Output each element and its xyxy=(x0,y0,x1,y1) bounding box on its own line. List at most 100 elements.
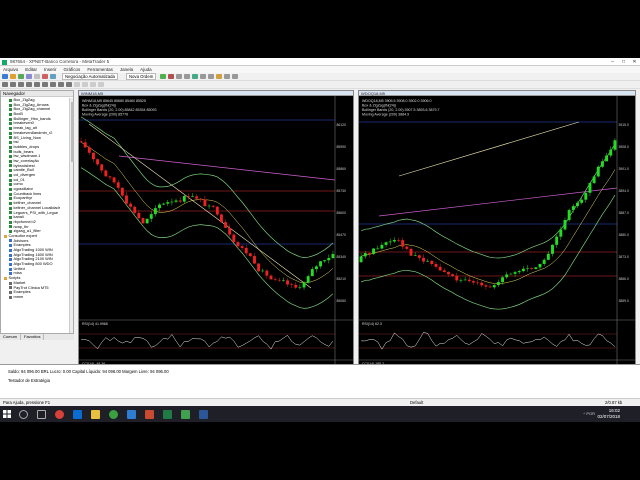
menu-help[interactable]: Ajuda xyxy=(140,67,152,72)
algo-trading-button[interactable]: Negociação Automatizada xyxy=(62,73,118,80)
price-axis-label: 85600 xyxy=(337,211,347,215)
candle-body xyxy=(261,270,265,272)
chart-info-line: Bollinger Bands (20, 2.00) 3907.5 3893.6… xyxy=(362,108,440,112)
status-bar: Para Ajuda, pressione F1 Default 2/0.87 … xyxy=(0,398,640,406)
menu-charts[interactable]: Gráficos xyxy=(64,67,81,72)
close-button[interactable]: ✕ xyxy=(629,58,640,66)
trendline-icon[interactable] xyxy=(34,82,40,87)
indicator-icon xyxy=(9,230,12,234)
tester-icon[interactable] xyxy=(50,74,56,79)
folder-icon xyxy=(4,276,7,280)
strategy-tester-label[interactable]: Testador de Estratégia xyxy=(8,378,50,383)
candle-body xyxy=(546,253,550,260)
indicator-icon xyxy=(9,286,12,290)
sell-icon[interactable] xyxy=(168,74,175,79)
indicators-icon[interactable] xyxy=(216,74,223,79)
candle-body xyxy=(220,214,223,223)
candle-body xyxy=(174,200,178,202)
opera-icon[interactable] xyxy=(54,409,64,419)
tab-favorites[interactable]: Favoritos xyxy=(21,334,45,340)
candle-body xyxy=(530,268,534,270)
system-tray[interactable]: ^ POR xyxy=(583,411,595,416)
metatrader-icon[interactable] xyxy=(180,409,190,419)
templates-icon[interactable] xyxy=(232,74,239,79)
channel-icon[interactable] xyxy=(42,82,48,87)
timeframe-h1-icon[interactable] xyxy=(90,82,96,87)
task-view-icon[interactable] xyxy=(36,409,46,419)
candle-body xyxy=(363,253,367,257)
candle-body xyxy=(451,274,455,276)
vertical-line-icon[interactable] xyxy=(18,82,24,87)
data-window-icon[interactable] xyxy=(26,74,32,79)
maximize-button[interactable]: □ xyxy=(618,58,629,66)
indicator-icon xyxy=(9,192,12,196)
candle-body xyxy=(186,196,190,197)
buy-icon[interactable] xyxy=(160,74,167,79)
navigator-item[interactable]: mmm xyxy=(1,295,69,300)
timeframe-m1-icon[interactable] xyxy=(74,82,80,87)
horizontal-line-icon[interactable] xyxy=(26,82,32,87)
menu-insert[interactable]: Inserir xyxy=(44,67,57,72)
chart-info-line: Moving Average (200) 3884.9 xyxy=(362,113,409,117)
candle-body xyxy=(434,264,438,267)
excel-icon[interactable] xyxy=(162,409,172,419)
windows-start-icon[interactable] xyxy=(0,406,14,422)
navigator-item-label: mmm xyxy=(13,294,24,299)
profiles-icon[interactable] xyxy=(10,74,16,79)
tab-common[interactable]: Comum xyxy=(0,334,22,340)
scroll-icon[interactable] xyxy=(200,74,207,79)
menu-file[interactable]: Arquivo xyxy=(3,67,18,72)
navigator-scrollbar[interactable] xyxy=(69,98,74,333)
candle-body xyxy=(129,203,133,207)
menu-window[interactable]: Janela xyxy=(120,67,133,72)
price-axis-label: 85340 xyxy=(337,255,347,259)
price-axis-label: 3894.0 xyxy=(619,189,629,193)
market-watch-icon[interactable] xyxy=(18,74,24,79)
timeframe-d1-icon[interactable] xyxy=(98,82,104,87)
indicator-icon xyxy=(9,155,12,159)
candle-body xyxy=(215,206,219,215)
text-tool-icon[interactable] xyxy=(58,82,64,87)
indicator-icon xyxy=(9,145,12,149)
candle-body xyxy=(244,247,248,254)
chrome-icon[interactable] xyxy=(108,409,118,419)
tile-icon[interactable] xyxy=(192,74,199,79)
candle-body xyxy=(302,282,306,288)
candle-body xyxy=(605,155,609,162)
file-explorer-icon[interactable] xyxy=(90,409,100,419)
indicator-icon xyxy=(9,220,12,224)
menu-tools[interactable]: Ferramentas xyxy=(87,67,113,72)
crosshair-icon[interactable] xyxy=(10,82,16,87)
zoom-out-icon[interactable] xyxy=(184,74,191,79)
candle-body xyxy=(413,255,417,256)
store-icon[interactable] xyxy=(126,409,136,419)
menu-edit[interactable]: Editar xyxy=(25,67,37,72)
toolbox-icon[interactable] xyxy=(42,74,48,79)
periods-icon[interactable] xyxy=(224,74,231,79)
powerpoint-icon[interactable] xyxy=(144,409,154,419)
price-axis-label: 86120 xyxy=(337,123,347,127)
price-axis-label: 3859.0 xyxy=(619,299,629,303)
indicator-icon xyxy=(9,103,12,107)
candle-body xyxy=(551,244,554,254)
minimize-button[interactable]: – xyxy=(607,58,618,66)
candle-body xyxy=(484,285,488,287)
zoom-in-icon[interactable] xyxy=(176,74,183,79)
search-icon[interactable] xyxy=(18,409,28,419)
new-order-button[interactable]: Nova Ordem xyxy=(125,73,157,80)
chart-info-line: Box & ZigZag(IN(24)) xyxy=(362,104,396,108)
word-icon[interactable] xyxy=(198,409,208,419)
scrollbar-thumb[interactable] xyxy=(70,102,74,162)
fibonacci-icon[interactable] xyxy=(50,82,56,87)
candle-body xyxy=(559,229,563,237)
shapes-icon[interactable] xyxy=(66,82,72,87)
timeframe-m5-icon[interactable] xyxy=(82,82,88,87)
edge-icon[interactable] xyxy=(72,409,82,419)
navigator-icon[interactable] xyxy=(34,74,40,79)
candle-body xyxy=(359,256,363,263)
candle-body xyxy=(588,183,592,193)
cursor-icon[interactable] xyxy=(2,82,8,87)
shift-icon[interactable] xyxy=(208,74,215,79)
new-chart-icon[interactable] xyxy=(2,74,8,79)
taskbar-clock[interactable]: 16:02 02/07/2018 xyxy=(597,408,620,419)
